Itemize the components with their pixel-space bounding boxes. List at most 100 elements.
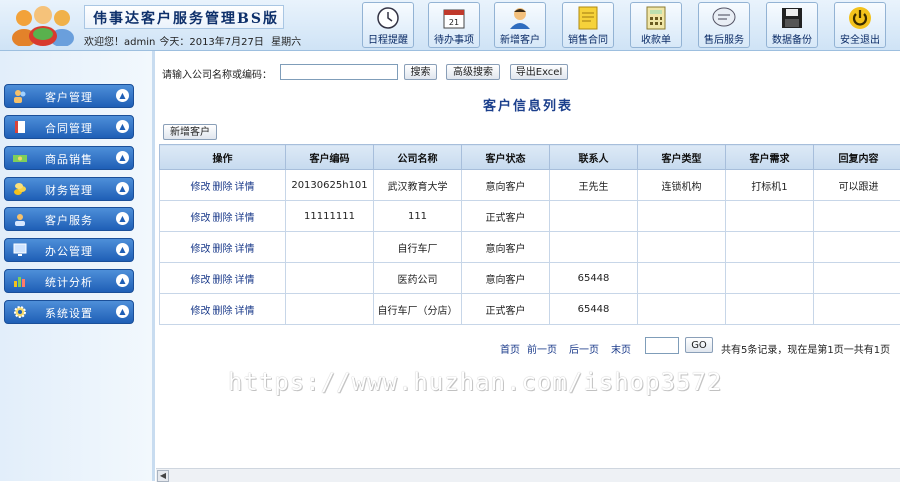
cell-need [726,201,814,232]
watermark: https://www.huzhan.com/ishop3572 [228,368,722,396]
chevron-up-icon: ▲ [116,151,129,164]
sidebar-item-label: 客户管理 [45,89,93,105]
chevron-up-icon: ▲ [116,120,129,133]
table-row: 修改删除详情 11111111 111 正式客户 [160,201,900,232]
toolbar-receipt-button[interactable]: 收款单 [630,2,682,48]
welcome-user: 欢迎您！admin [84,37,155,48]
details-link[interactable]: 详情 [235,244,255,255]
add-customer-button[interactable]: 新增客户 [163,124,217,140]
gear-icon [13,305,27,319]
scroll-left-icon[interactable]: ◀ [157,470,169,482]
sidebar-item-customer-management[interactable]: 客户管理 ▲ [4,84,134,108]
clock-icon [376,6,400,30]
cell-type [638,201,726,232]
cell-code [286,263,374,294]
service-icon [13,212,27,226]
toolbar-sales-contract-button[interactable]: 销售合同 [562,2,614,48]
toolbar-add-customer-button[interactable]: 新增客户 [494,2,546,48]
pager-first-link[interactable]: 首页 [500,341,520,356]
sidebar-item-finance-management[interactable]: 财务管理 ▲ [4,177,134,201]
sidebar-item-contract-management[interactable]: 合同管理 ▲ [4,115,134,139]
cell-contact: 65448 [550,263,638,294]
pager-info: 共有5条记录，现在是第1页一共有1页 [721,341,890,356]
cell-need [726,294,814,325]
cell-contact: 65448 [550,294,638,325]
edit-link[interactable]: 修改 [191,275,211,286]
pager-prev-link[interactable]: 前一页 [527,341,557,356]
app-title: 伟事达客户服务管理BS版 [93,8,279,28]
table-header-row: 操作 客户编码 公司名称 客户状态 联系人 客户类型 客户需求 回复内容 [160,145,900,170]
delete-link[interactable]: 删除 [213,275,233,286]
cell-reply: 可以跟进 [814,170,900,201]
export-excel-button[interactable]: 导出Excel [510,64,568,80]
sidebar-item-customer-service[interactable]: 客户服务 ▲ [4,207,134,231]
chevron-up-icon: ▲ [116,274,129,287]
pager-last-link[interactable]: 末页 [611,341,631,356]
money-icon [13,151,27,165]
welcome-line: 欢迎您！admin今天：2013年7月27日 星期六 [84,33,305,48]
page-number-input[interactable] [645,337,679,354]
column-header: 回复内容 [814,145,900,170]
floppy-disk-icon [781,7,803,29]
cell-contact: 王先生 [550,170,638,201]
toolbar-backup-button[interactable]: 数据备份 [766,2,818,48]
edit-link[interactable]: 修改 [191,213,211,224]
sidebar-item-label: 系统设置 [45,305,93,321]
column-header: 客户类型 [638,145,726,170]
delete-link[interactable]: 删除 [213,182,233,193]
cell-need [726,232,814,263]
toolbar-schedule-button[interactable]: 日程提醒 [362,2,414,48]
details-link[interactable]: 详情 [235,275,255,286]
details-link[interactable]: 详情 [235,306,255,317]
column-header: 客户需求 [726,145,814,170]
calculator-icon [645,6,667,30]
sidebar-item-statistics[interactable]: 统计分析 ▲ [4,269,134,293]
details-link[interactable]: 详情 [235,213,255,224]
cell-type [638,294,726,325]
delete-link[interactable]: 删除 [213,306,233,317]
power-icon [848,6,872,30]
toolbar-label: 收款单 [631,31,681,46]
svg-text:21: 21 [449,18,459,27]
cell-status: 正式客户 [462,294,550,325]
toolbar-todo-button[interactable]: 21 待办事项 [428,2,480,48]
advanced-search-button[interactable]: 高级搜索 [446,64,500,80]
chevron-up-icon: ▲ [116,243,129,256]
edit-link[interactable]: 修改 [191,182,211,193]
delete-link[interactable]: 删除 [213,213,233,224]
table-row: 修改删除详情 20130625h101 武汉教育大学 意向客户 王先生 连锁机构… [160,170,900,201]
cell-contact [550,201,638,232]
toolbar-label: 销售合同 [563,31,613,46]
cell-company: 111 [374,201,462,232]
cell-contact [550,232,638,263]
chevron-up-icon: ▲ [116,182,129,195]
go-button[interactable]: GO [685,337,713,353]
cell-status: 意向客户 [462,263,550,294]
toolbar-logout-button[interactable]: 安全退出 [834,2,886,48]
search-input[interactable] [280,64,398,80]
row-actions: 修改删除详情 [160,170,286,201]
sidebar-item-office-management[interactable]: 办公管理 ▲ [4,238,134,262]
pager-next-link[interactable]: 后一页 [569,341,599,356]
cell-company: 自行车厂（分店） [374,294,462,325]
cell-status: 意向客户 [462,170,550,201]
cell-company: 医药公司 [374,263,462,294]
sidebar-item-product-sales[interactable]: 商品销售 ▲ [4,146,134,170]
search-button[interactable]: 搜索 [404,64,437,80]
sidebar-splitter[interactable] [152,51,155,481]
cell-code: 20130625h101 [286,170,374,201]
delete-link[interactable]: 删除 [213,244,233,255]
cell-company: 自行车厂 [374,232,462,263]
sidebar-item-label: 财务管理 [45,182,93,198]
cell-need: 打标机1 [726,170,814,201]
cell-need [726,263,814,294]
sidebar-item-system-settings[interactable]: 系统设置 ▲ [4,300,134,324]
edit-link[interactable]: 修改 [191,244,211,255]
toolbar-after-sales-button[interactable]: 售后服务 [698,2,750,48]
cell-code: 11111111 [286,201,374,232]
sidebar: 客户管理 ▲ 合同管理 ▲ 商品销售 ▲ 财务管理 ▲ 客户服务 ▲ 办公管理 … [0,51,153,481]
horizontal-scrollbar[interactable]: ◀ [156,468,900,482]
edit-link[interactable]: 修改 [191,306,211,317]
cell-type [638,263,726,294]
details-link[interactable]: 详情 [235,182,255,193]
